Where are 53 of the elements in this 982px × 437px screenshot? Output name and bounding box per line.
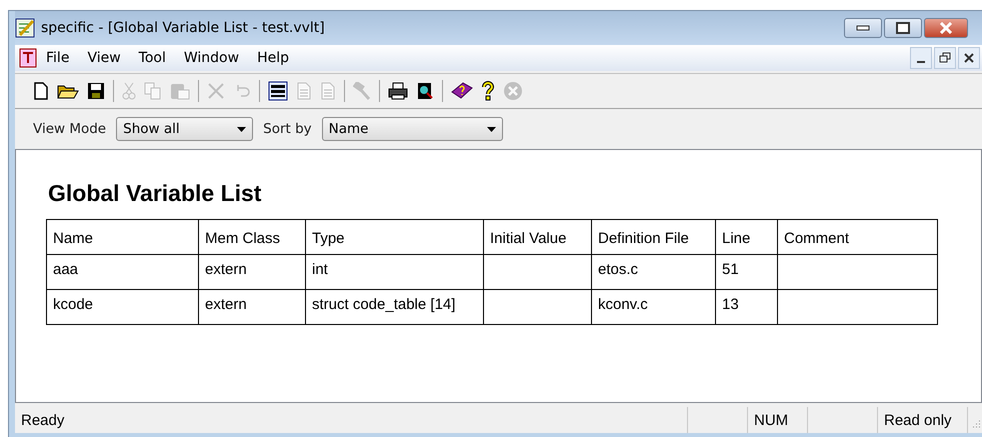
question-mark-icon[interactable]: [481, 81, 495, 101]
close-icon: [964, 53, 974, 63]
minimize-button[interactable]: [844, 18, 882, 38]
minimize-icon: [917, 61, 925, 63]
table-cell: int: [306, 254, 484, 290]
column-header: Line: [716, 220, 778, 254]
app-document-icon[interactable]: [19, 48, 37, 68]
table-cell: aaa: [46, 254, 198, 290]
pencil-notepad-icon: [15, 18, 35, 38]
column-header: Initial Value: [484, 220, 592, 254]
maximize-button[interactable]: [884, 18, 922, 38]
minimize-icon: [856, 25, 870, 31]
filter-label: Sort by: [263, 121, 312, 137]
printer-icon[interactable]: [388, 82, 408, 100]
menu-item[interactable]: Window: [174, 48, 248, 68]
close-button[interactable]: [958, 47, 980, 69]
menu-item[interactable]: Help: [248, 48, 298, 68]
column-header: Comment: [778, 220, 938, 254]
restore-button[interactable]: [934, 47, 956, 69]
table-cell: struct code_table [14]: [306, 290, 484, 324]
dropdown-arrow-icon: [486, 126, 496, 132]
window-title: specific - [Global Variable List - test.vvlt]: [41, 20, 326, 36]
maximize-icon: [896, 22, 910, 34]
help-book-icon[interactable]: [451, 81, 473, 101]
status-text: NUM: [754, 412, 788, 428]
table-cell: 51: [716, 254, 778, 290]
menu-item[interactable]: File: [37, 48, 78, 68]
menu-item[interactable]: Tool: [130, 48, 175, 68]
table-cell: kconv.c: [592, 290, 716, 324]
column-header: Definition File: [592, 220, 716, 254]
column-header: Mem Class: [198, 220, 306, 254]
window-icon[interactable]: [268, 81, 288, 101]
dropdown[interactable]: Name: [322, 117, 503, 141]
status-text: Ready: [21, 412, 64, 428]
table-cell: etos.c: [592, 254, 716, 290]
status-text: Read only: [884, 412, 952, 428]
restore-icon: [939, 52, 951, 64]
column-header: Type: [306, 220, 484, 254]
minimize-button[interactable]: [910, 47, 932, 69]
table-cell: extern: [198, 290, 306, 324]
page-heading: Global Variable List: [48, 180, 262, 207]
dropdown-arrow-icon: [237, 126, 246, 132]
column-header: Name: [46, 220, 198, 254]
print-preview-icon[interactable]: [416, 82, 434, 100]
new-file-icon[interactable]: [33, 82, 49, 100]
close-icon: [939, 22, 953, 34]
filter-label: View Mode: [33, 121, 106, 137]
table-cell: kcode: [46, 290, 198, 324]
table-cell: extern: [198, 254, 306, 290]
menu-item[interactable]: View: [78, 48, 130, 68]
table-cell: 13: [716, 290, 778, 324]
dropdown[interactable]: Show all: [116, 117, 254, 141]
close-button[interactable]: [924, 18, 968, 38]
